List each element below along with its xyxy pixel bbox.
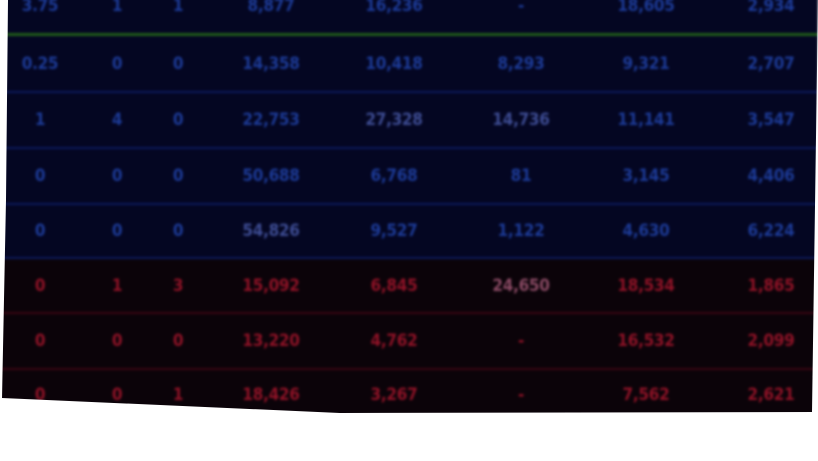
table-cell: 1 <box>34 110 46 130</box>
table-cell: - <box>517 331 525 351</box>
table-cell: 6,768 <box>370 166 418 186</box>
table-cell: 4,406 <box>747 166 795 186</box>
table-cell: 7,562 <box>622 385 670 405</box>
table-cell: - <box>517 0 525 16</box>
table-cell: 8,877 <box>247 0 295 16</box>
table-cell: 0 <box>34 331 46 351</box>
table-row: 0 0 0 13,220 4,762 - 16,532 2,099 <box>2 314 818 370</box>
table-cell: 0 <box>111 166 123 186</box>
table-cell: 1 <box>111 0 123 16</box>
table-cell: - <box>517 385 525 405</box>
score-table-display: 3.75 1 1 8,877 16,236 - 18,605 2,934 0.25 0 0 14,35… <box>2 0 818 413</box>
table-cell: 18,426 <box>242 385 300 405</box>
table-cell: 0 <box>34 275 46 296</box>
table-cell: 4 <box>111 110 123 130</box>
table-cell: 11,141 <box>617 110 675 130</box>
table-cell: 3,145 <box>622 166 670 186</box>
table-cell: 0.25 <box>21 53 59 74</box>
table-cell: 2,099 <box>747 331 795 351</box>
table-cell: 9,321 <box>622 53 670 74</box>
table-cell: 16,236 <box>365 0 423 16</box>
table-row: 1 4 0 22,753 27,328 14,736 11,141 3,547 <box>2 93 818 149</box>
table-cell: 2,621 <box>747 385 795 405</box>
table-cell: 10,418 <box>365 53 423 74</box>
table-cell: 54,826 <box>242 221 300 241</box>
table-cell: 14,736 <box>492 110 550 130</box>
table-cell: 0 <box>172 221 184 241</box>
table-cell: 0 <box>172 110 184 130</box>
table-row: 0 0 0 54,826 9,527 1,122 4,630 6,224 <box>2 205 818 259</box>
table-cell: 13,220 <box>242 331 300 351</box>
table-cell: 0 <box>34 221 46 241</box>
table-cell: 27,328 <box>365 110 423 130</box>
table-cell: 0 <box>111 385 123 405</box>
table-cell: 0 <box>34 385 46 405</box>
table-cell: 3,547 <box>747 110 795 130</box>
table-row: 0 0 0 50,688 6,768 81 3,145 4,406 <box>2 149 818 205</box>
table-cell: 16,532 <box>617 331 675 351</box>
table-cell: 0 <box>111 331 123 351</box>
table-cell: 2,934 <box>747 0 795 16</box>
table-cell: 3.75 <box>21 0 59 16</box>
table-cell: 1 <box>172 385 184 405</box>
table-cell: 14,358 <box>242 53 300 74</box>
table-cell: 22,753 <box>242 110 300 130</box>
table-cell: 0 <box>172 166 184 186</box>
table-cell: 0 <box>172 331 184 351</box>
table-row: 0 1 3 15,092 6,845 24,650 18,534 1,865 <box>2 259 818 314</box>
table-cell: 3 <box>172 275 184 296</box>
table-cell: 1 <box>172 0 184 16</box>
table-cell: 1 <box>111 275 123 296</box>
table-cell: 50,688 <box>242 166 300 186</box>
table-cell: 1,865 <box>747 275 795 296</box>
table-cell: 4,762 <box>370 331 418 351</box>
table-cell: 15,092 <box>242 275 300 296</box>
table-cell: 4,630 <box>622 221 670 241</box>
table-cell: 6,224 <box>747 221 795 241</box>
table-cell: 18,605 <box>617 0 675 16</box>
table-row: 0 0 1 18,426 3,267 - 7,562 2,621 <box>2 370 818 413</box>
table-cell: 81 <box>510 166 532 186</box>
table-cell: 6,845 <box>370 275 418 296</box>
table-cell: 18,534 <box>617 275 675 296</box>
table-cell: 9,527 <box>370 221 418 241</box>
table-cell: 0 <box>111 221 123 241</box>
table-cell: 1,122 <box>497 221 545 241</box>
table-cell: 0 <box>172 53 184 74</box>
table-cell: 24,650 <box>492 275 550 296</box>
table-row: 3.75 1 1 8,877 16,236 - 18,605 2,934 <box>2 0 818 36</box>
table-row: 0.25 0 0 14,358 10,418 8,293 9,321 2,707 <box>2 36 818 93</box>
table-cell: 0 <box>34 166 46 186</box>
table-cell: 3,267 <box>370 385 418 405</box>
table-cell: 8,293 <box>497 53 545 74</box>
table-cell: 0 <box>111 53 123 74</box>
table-cell: 2,707 <box>747 53 795 74</box>
